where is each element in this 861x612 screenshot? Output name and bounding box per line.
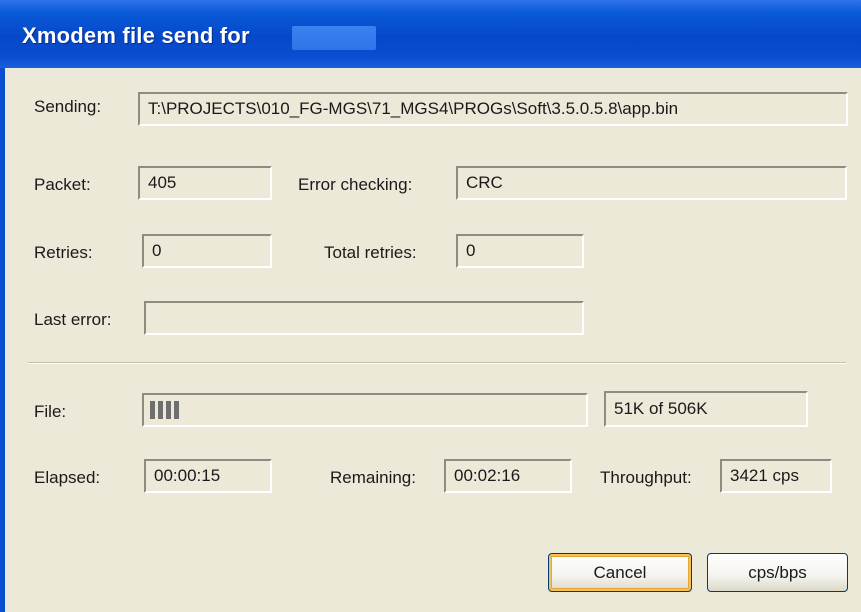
remaining-field: 00:02:16 [444,459,572,493]
retries-label: Retries: [34,243,93,262]
title-bar[interactable]: Xmodem file send for [0,0,861,68]
window-frame-left [0,68,5,612]
file-progress-bar [142,393,588,427]
error-checking-field: CRC [456,166,847,200]
sending-path-value: T:\PROJECTS\010_FG-MGS\71_MGS4\PROGs\Sof… [148,99,679,118]
elapsed-field: 00:00:15 [144,459,272,493]
xmodem-send-dialog: Xmodem file send for Sending: T:\PROJECT… [0,0,861,612]
file-progress-fill [150,401,179,419]
progress-block [174,401,179,419]
elapsed-value: 00:00:15 [154,466,221,485]
throughput-field: 3421 cps [720,459,832,493]
sending-path-field: T:\PROJECTS\010_FG-MGS\71_MGS4\PROGs\Sof… [138,92,848,126]
progress-block [150,401,155,419]
progress-block [166,401,171,419]
throughput-value: 3421 cps [730,466,799,485]
elapsed-label: Elapsed: [34,468,101,487]
sending-label: Sending: [34,97,102,116]
packet-label: Packet: [34,175,91,194]
file-size-value: 51K of 506K [614,399,708,418]
remaining-label: Remaining: [330,468,416,487]
throughput-label: Throughput: [600,468,692,487]
packet-value: 405 [148,173,177,192]
total-retries-label: Total retries: [324,243,417,262]
last-error-label: Last error: [34,310,112,329]
file-size-field: 51K of 506K [604,391,808,427]
retries-value: 0 [152,241,162,260]
section-divider [28,362,846,364]
window-title: Xmodem file send for [22,23,250,48]
packet-field: 405 [138,166,272,200]
cps-bps-button[interactable]: cps/bps [707,553,848,592]
last-error-field [144,301,584,335]
cancel-button-label: Cancel [593,562,647,582]
retries-field: 0 [142,234,272,268]
remaining-value: 00:02:16 [454,466,521,485]
cancel-button[interactable]: Cancel [548,553,692,592]
error-checking-label: Error checking: [298,175,413,194]
total-retries-value: 0 [466,241,476,260]
redacted-title-portion [292,26,376,50]
file-label: File: [34,402,67,421]
progress-block [158,401,163,419]
cps-bps-button-label: cps/bps [748,562,807,582]
error-checking-value: CRC [466,173,503,192]
total-retries-field: 0 [456,234,584,268]
